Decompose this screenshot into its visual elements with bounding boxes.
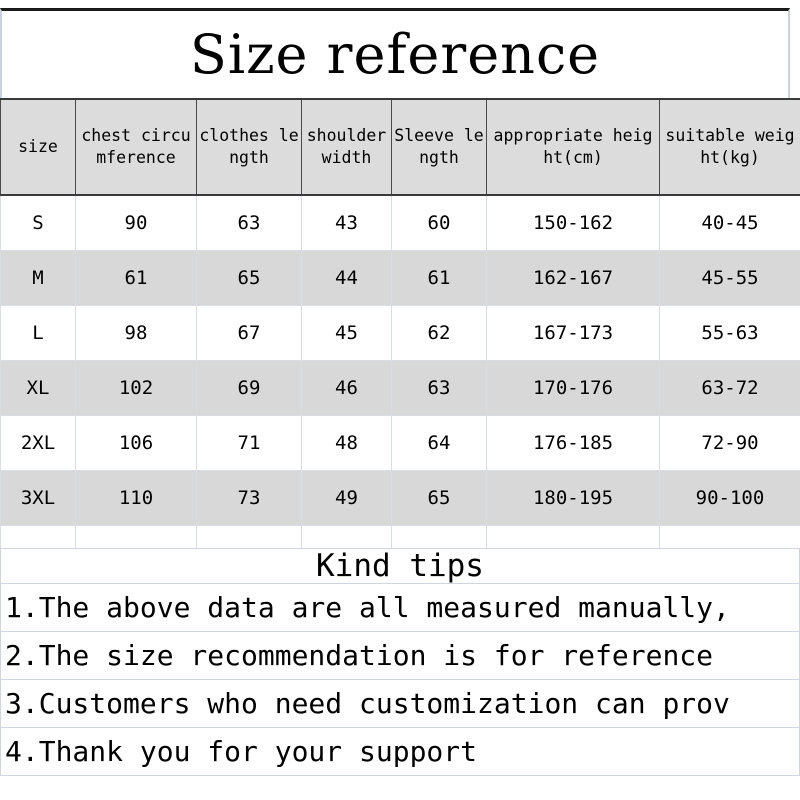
- cell-length: 71: [196, 415, 302, 471]
- tips-heading-row: Kind tips: [0, 548, 800, 584]
- header-row: size chest circumference clothes length …: [0, 98, 800, 196]
- tips-line-4: 4.Thank you for your support: [5, 735, 478, 768]
- column-header-sleeve: Sleeve length: [391, 98, 487, 196]
- cell-length: 65: [196, 250, 302, 306]
- cell-shoulder: 44: [301, 250, 392, 306]
- table-row: 2XL 106 71 48 64 176-185 72-90: [0, 415, 800, 471]
- column-header-chest: chest circumference: [75, 98, 197, 196]
- tips-line-row: 3.Customers who need customization can p…: [0, 679, 800, 728]
- cell-chest: 106: [75, 415, 197, 471]
- cell-size: 2XL: [0, 415, 76, 471]
- column-header-size: size: [0, 98, 76, 196]
- tips-line-row: 2.The size recommendation is for referen…: [0, 631, 800, 680]
- kind-tips-table: Kind tips 1.The above data are all measu…: [0, 548, 800, 776]
- cell-height: 162-167: [486, 250, 660, 306]
- column-header-weight: suitable weight(kg): [659, 98, 800, 196]
- cell-size: 3XL: [0, 470, 76, 526]
- cell-sleeve: 63: [391, 360, 487, 416]
- column-header-height: appropriate height(cm): [486, 98, 660, 196]
- tips-line-cell-4: 4.Thank you for your support: [0, 727, 800, 776]
- tips-heading-cell: Kind tips: [0, 548, 800, 584]
- cell-chest: 90: [75, 194, 197, 251]
- cell-length: 67: [196, 305, 302, 361]
- cell-weight: 45-55: [659, 250, 800, 306]
- cell-shoulder: 48: [301, 415, 392, 471]
- cell-shoulder: 46: [301, 360, 392, 416]
- cell-shoulder: 45: [301, 305, 392, 361]
- cell-sleeve: 65: [391, 470, 487, 526]
- tips-heading: Kind tips: [316, 549, 484, 583]
- cell-height: 170-176: [486, 360, 660, 416]
- cell-height: 150-162: [486, 194, 660, 251]
- cell-weight: 63-72: [659, 360, 800, 416]
- cell-size: L: [0, 305, 76, 361]
- cell-length: 73: [196, 470, 302, 526]
- cell-length: 69: [196, 360, 302, 416]
- table-row: 3XL 110 73 49 65 180-195 90-100: [0, 470, 800, 526]
- tips-line-row: 4.Thank you for your support: [0, 727, 800, 776]
- tips-line-row: 1.The above data are all measured manual…: [0, 583, 800, 632]
- table-row: S 90 63 43 60 150-162 40-45: [0, 194, 800, 251]
- cell-height: 180-195: [486, 470, 660, 526]
- cell-size: M: [0, 250, 76, 306]
- cell-chest: 61: [75, 250, 197, 306]
- tips-line-3: 3.Customers who need customization can p…: [5, 687, 730, 720]
- cell-weight: 90-100: [659, 470, 800, 526]
- title-row: Size reference: [0, 8, 790, 98]
- size-table-body: S 90 63 43 60 150-162 40-45 M 61 65 44 6…: [0, 194, 800, 555]
- cell-length: 63: [196, 194, 302, 251]
- cell-weight: 40-45: [659, 194, 800, 251]
- tips-line-cell-2: 2.The size recommendation is for referen…: [0, 631, 800, 680]
- cell-shoulder: 49: [301, 470, 392, 526]
- cell-chest: 98: [75, 305, 197, 361]
- tips-line-cell-3: 3.Customers who need customization can p…: [0, 679, 800, 728]
- tips-line-1: 1.The above data are all measured manual…: [5, 591, 730, 624]
- cell-size: XL: [0, 360, 76, 416]
- cell-weight: 55-63: [659, 305, 800, 361]
- cell-height: 176-185: [486, 415, 660, 471]
- tips-line-2: 2.The size recommendation is for referen…: [5, 639, 714, 672]
- table-row: XL 102 69 46 63 170-176 63-72: [0, 360, 800, 416]
- cell-chest: 102: [75, 360, 197, 416]
- column-header-shoulder: shoulder width: [301, 98, 392, 196]
- column-header-length: clothes length: [196, 98, 302, 196]
- cell-weight: 72-90: [659, 415, 800, 471]
- table-row: M 61 65 44 61 162-167 45-55: [0, 250, 800, 306]
- size-reference-page: Size reference size chest circumference …: [0, 0, 800, 800]
- table-row: L 98 67 45 62 167-173 55-63: [0, 305, 800, 361]
- cell-sleeve: 62: [391, 305, 487, 361]
- tips-line-cell-1: 1.The above data are all measured manual…: [0, 583, 800, 632]
- cell-chest: 110: [75, 470, 197, 526]
- cell-sleeve: 60: [391, 194, 487, 251]
- cell-sleeve: 61: [391, 250, 487, 306]
- cell-sleeve: 64: [391, 415, 487, 471]
- cell-size: S: [0, 194, 76, 251]
- size-table: size chest circumference clothes length …: [0, 98, 800, 555]
- cell-height: 167-173: [486, 305, 660, 361]
- page-title: Size reference: [189, 22, 601, 86]
- size-table-header: size chest circumference clothes length …: [0, 98, 800, 196]
- cell-shoulder: 43: [301, 194, 392, 251]
